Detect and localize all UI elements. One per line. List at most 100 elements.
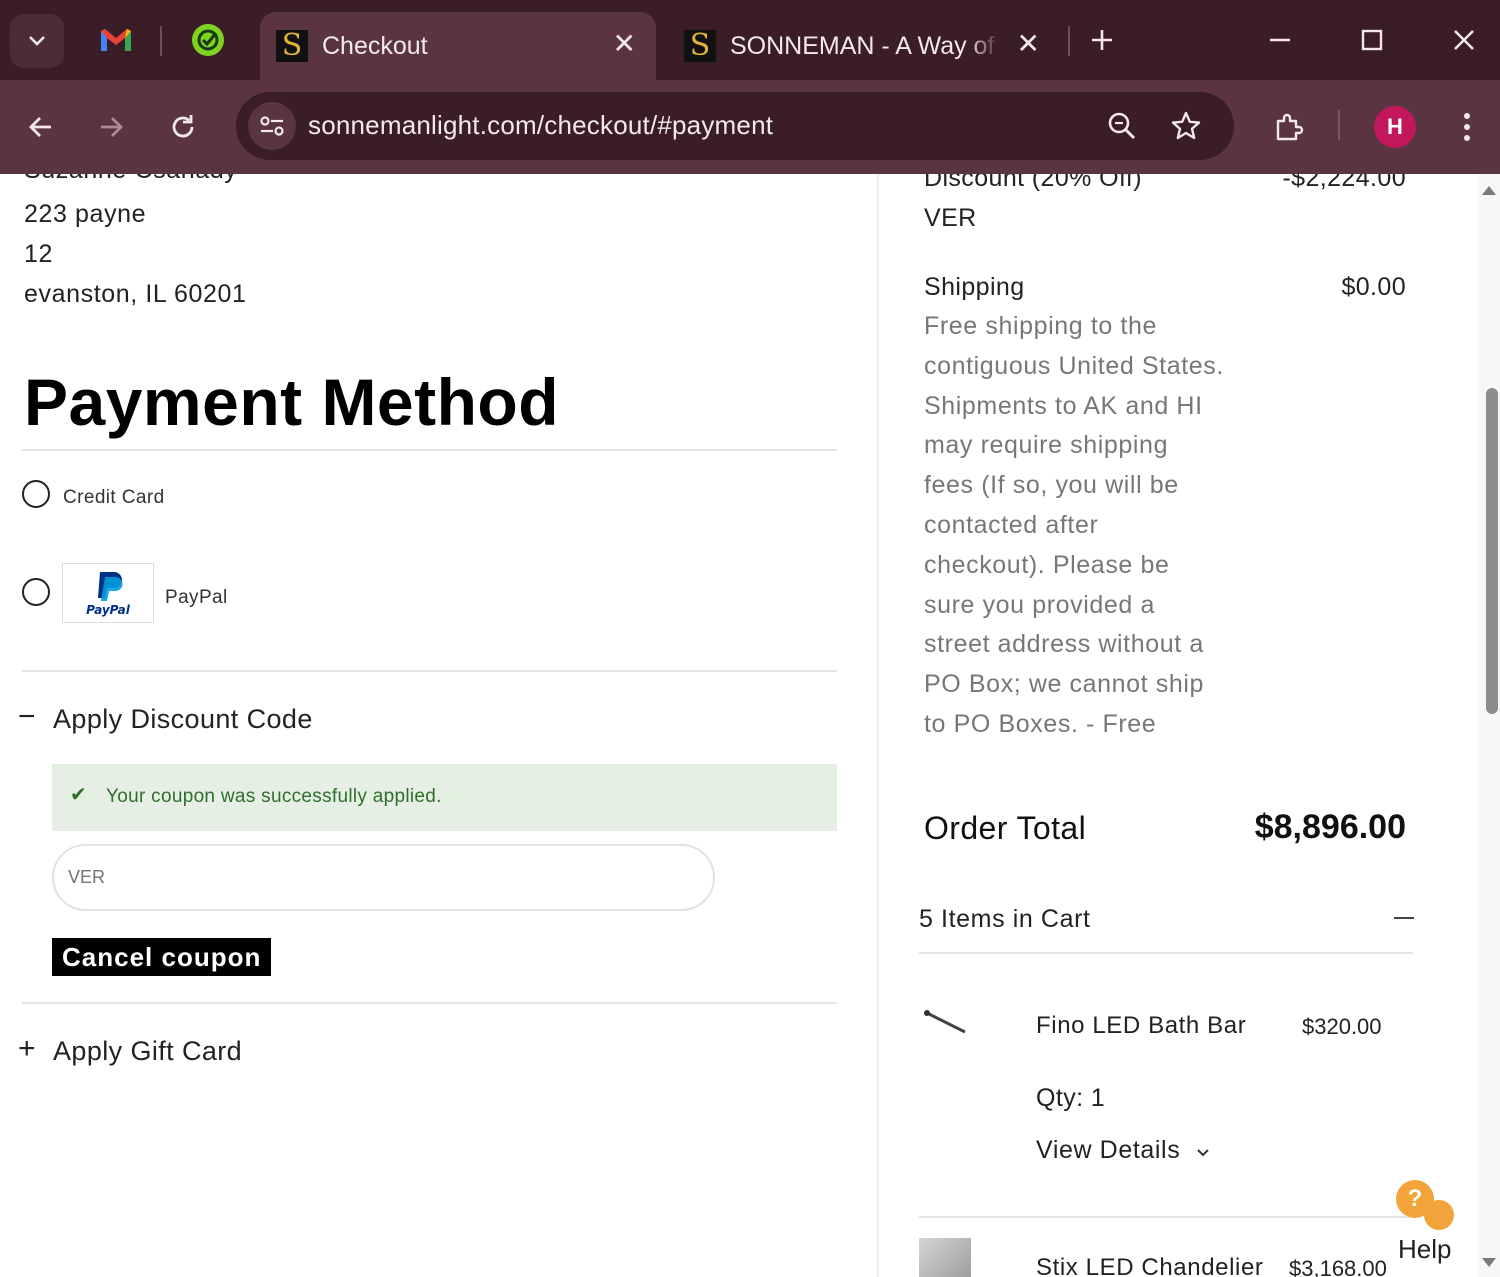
address-line1: 223 payne — [24, 200, 147, 228]
scroll-down-arrow-icon[interactable] — [1482, 1258, 1496, 1267]
gmail-pinned-tab[interactable] — [96, 20, 136, 60]
collapse-minus-icon[interactable] — [1394, 917, 1414, 919]
shipping-description: Free shipping to the contiguous United S… — [924, 312, 1224, 738]
plus-icon — [1092, 30, 1112, 50]
tab-close-icon[interactable]: ✕ — [1017, 30, 1040, 58]
sonneman-favicon-icon: S — [276, 30, 308, 62]
discount-code: VER — [924, 204, 977, 232]
paypal-logo-text: PayPal — [86, 603, 131, 617]
discount-code-input[interactable] — [52, 844, 715, 911]
sonneman-favicon-icon: S — [684, 30, 716, 62]
chevron-down-icon — [1197, 1149, 1209, 1157]
divider — [22, 449, 837, 451]
view-details-toggle[interactable]: View Details — [1036, 1136, 1210, 1165]
toolbar-separator — [1338, 110, 1340, 140]
payment-method-heading: Payment Method — [24, 365, 560, 439]
shipping-amount: $0.00 — [1341, 273, 1406, 301]
profile-avatar[interactable]: H — [1374, 106, 1416, 148]
tab-title: Checkout — [322, 31, 428, 60]
tab-title: SONNEMAN - A Way of L — [730, 31, 1000, 60]
help-question-icon: ? — [1396, 1180, 1434, 1218]
cancel-coupon-button[interactable]: Cancel coupon — [52, 938, 272, 976]
stix-chandelier-thumbnail — [919, 1238, 971, 1277]
discount-label: Discount (20% Off) — [924, 174, 1142, 192]
tab-close-icon[interactable]: ✕ — [613, 30, 636, 58]
tab-search-button[interactable] — [10, 14, 64, 68]
scroll-up-arrow-icon[interactable] — [1482, 186, 1496, 195]
forward-button[interactable] — [88, 104, 134, 150]
checkmark-icon: ✔ — [70, 784, 87, 806]
arrow-right-icon — [101, 117, 123, 137]
divider — [919, 1216, 1413, 1218]
collapse-minus-icon[interactable]: − — [18, 702, 36, 732]
bookmark-button[interactable] — [1168, 108, 1204, 144]
tab-checkout[interactable]: S Checkout ✕ — [260, 12, 656, 80]
gmail-icon — [101, 29, 131, 51]
help-widget[interactable]: ? Help — [1392, 1180, 1472, 1270]
tab-sonneman[interactable]: S SONNEMAN - A Way of L ✕ — [668, 12, 1064, 80]
minimize-icon — [1270, 38, 1290, 42]
checkout-main-column: Suzanne Csanady 223 payne 12 evanston, I… — [0, 174, 878, 1277]
tab-separator — [160, 26, 162, 56]
address-bar[interactable]: sonnemanlight.com/checkout/#payment — [236, 92, 1234, 160]
close-window-button[interactable] — [1442, 20, 1486, 60]
apply-gift-card-toggle[interactable]: Apply Gift Card — [53, 1036, 242, 1067]
puzzle-icon — [1276, 113, 1304, 141]
shipping-name: Suzanne Csanady — [24, 174, 237, 185]
success-text: Your coupon was successfully applied. — [106, 786, 442, 807]
expand-plus-icon[interactable]: + — [18, 1034, 36, 1064]
minimize-button[interactable] — [1258, 20, 1302, 60]
extensions-button[interactable] — [1266, 104, 1312, 150]
apply-discount-code-toggle[interactable]: Apply Discount Code — [53, 704, 313, 735]
coupon-success-message: ✔ Your coupon was successfully applied. — [52, 764, 837, 831]
order-total-value: $8,896.00 — [1254, 808, 1406, 846]
help-label: Help — [1398, 1234, 1452, 1264]
browser-menu-button[interactable] — [1444, 104, 1490, 150]
paypal-radio[interactable] — [22, 578, 50, 606]
chevron-down-icon — [29, 36, 45, 46]
arrow-left-icon — [29, 117, 51, 137]
scrollbar-thumb[interactable] — [1486, 388, 1498, 714]
discount-amount: -$2,224.00 — [1282, 174, 1406, 192]
page-scrollbar[interactable] — [1478, 174, 1500, 1277]
order-summary-column: Discount (20% Off) -$2,224.00 VER Shippi… — [879, 174, 1454, 1277]
maximize-icon — [1361, 29, 1383, 51]
checkout-page: Suzanne Csanady 223 payne 12 evanston, I… — [0, 174, 1500, 1277]
zoom-search-icon — [1108, 112, 1136, 140]
credit-card-radio[interactable] — [22, 480, 50, 508]
cart-item-price: $320.00 — [1302, 1014, 1382, 1039]
address-line2: 12 — [24, 240, 54, 268]
shipping-label: Shipping — [924, 273, 1025, 301]
paypal-icon: PayPal — [86, 572, 131, 617]
new-tab-button[interactable] — [1080, 20, 1124, 60]
browser-tab-bar: S Checkout ✕ S SONNEMAN - A Way of L ✕ — [0, 0, 1500, 80]
divider — [22, 670, 837, 672]
paypal-label[interactable]: PayPal — [165, 587, 228, 609]
divider — [919, 952, 1413, 954]
reload-button[interactable] — [160, 104, 206, 150]
zoom-button[interactable] — [1104, 108, 1140, 144]
tune-icon — [260, 116, 284, 136]
order-total-label: Order Total — [924, 810, 1087, 846]
site-settings-button[interactable] — [248, 102, 296, 150]
pinned-tab-2[interactable] — [188, 20, 228, 60]
close-icon — [1454, 30, 1474, 50]
credit-card-label[interactable]: Credit Card — [63, 487, 165, 509]
cart-item-qty: Qty: 1 — [1036, 1084, 1106, 1112]
tab-separator — [1068, 26, 1070, 56]
items-in-cart-toggle[interactable]: 5 Items in Cart — [919, 905, 1091, 934]
cart-item-price: $3,168.00 — [1289, 1256, 1387, 1277]
green-check-app-icon — [192, 24, 224, 56]
maximize-button[interactable] — [1350, 20, 1394, 60]
back-button[interactable] — [18, 104, 64, 150]
fino-bath-bar-thumbnail — [924, 1010, 966, 1034]
kebab-menu-icon — [1464, 113, 1470, 141]
star-icon — [1171, 111, 1201, 140]
paypal-logo: PayPal — [62, 563, 154, 623]
reload-icon — [172, 115, 194, 138]
view-details-label: View Details — [1036, 1136, 1181, 1164]
cart-item-name: Stix LED Chandelier — [1036, 1254, 1264, 1277]
url-text[interactable]: sonnemanlight.com/checkout/#payment — [308, 110, 773, 141]
address-city: evanston, IL 60201 — [24, 280, 247, 308]
cart-item-name: Fino LED Bath Bar — [1036, 1012, 1247, 1039]
